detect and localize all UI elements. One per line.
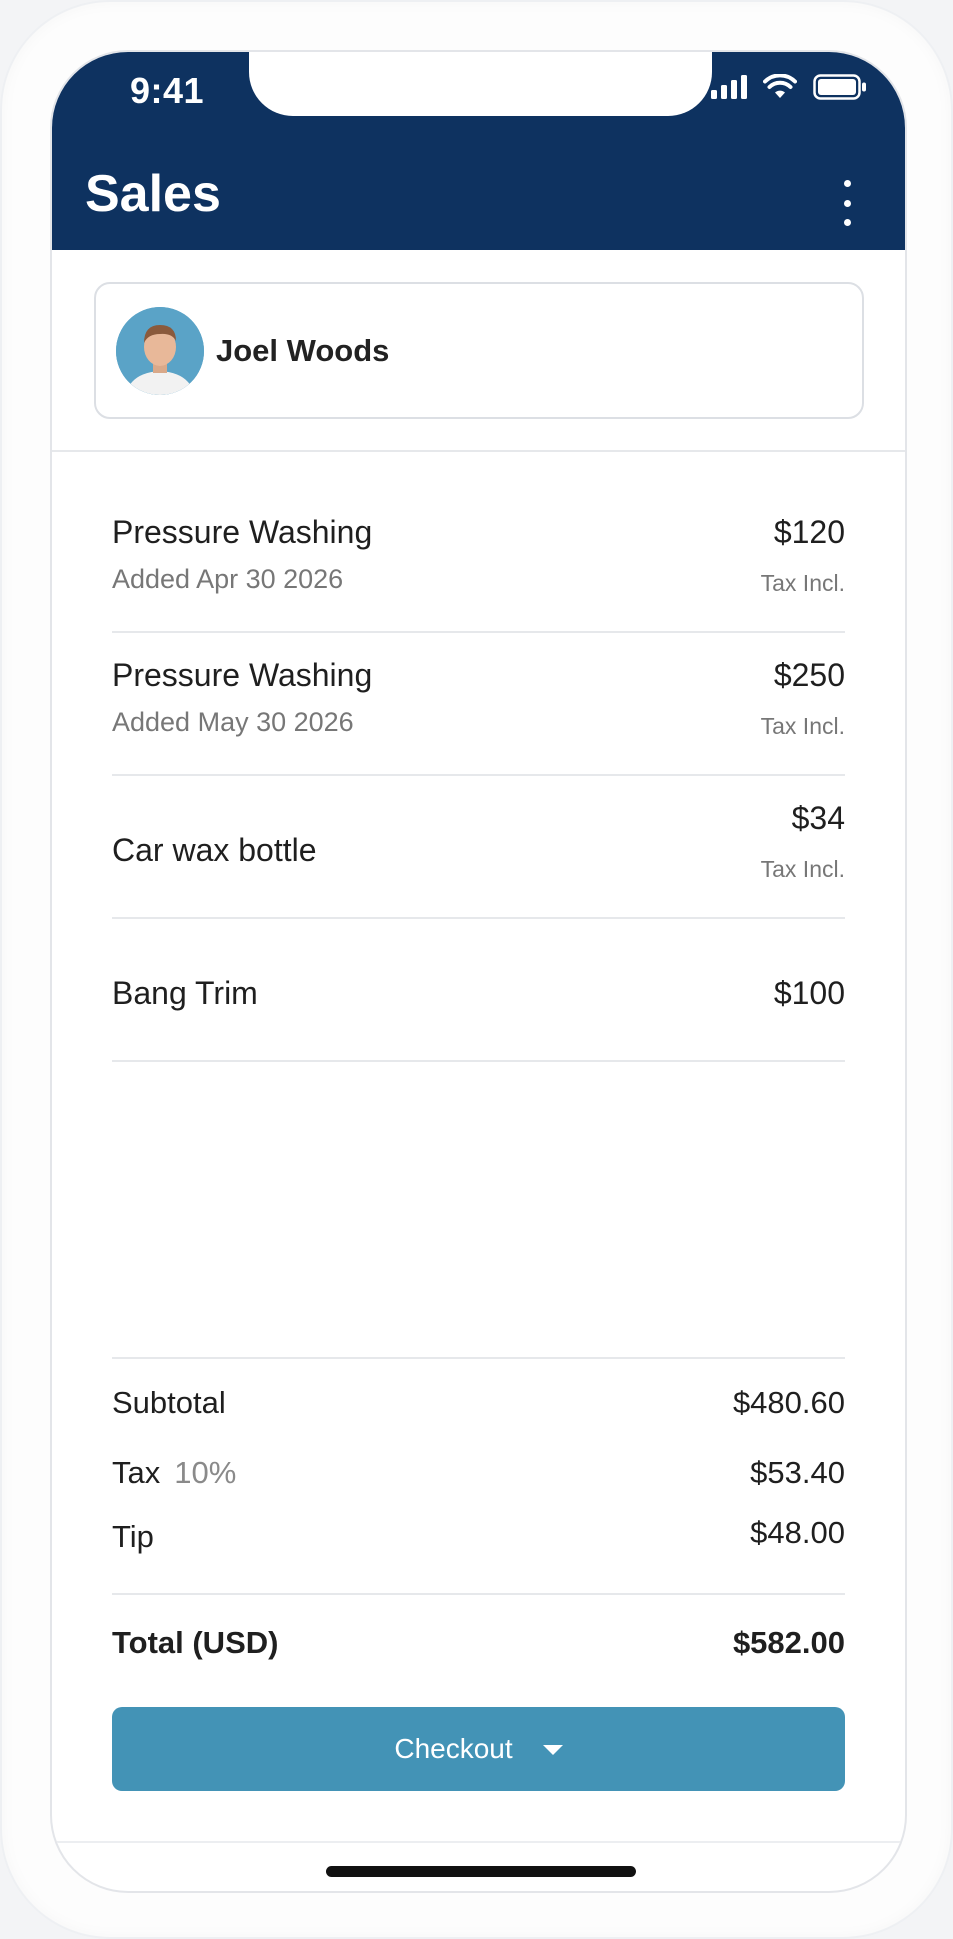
item-tax-note: Tax Incl.	[760, 570, 845, 596]
more-dot-icon	[843, 219, 851, 226]
tax-label: Tax 10%	[112, 1455, 236, 1491]
item-name: Pressure Washing	[112, 514, 373, 550]
app-screen: 9:41 Sales Joel Woods Pressure Washing A…	[50, 50, 907, 1893]
item-price: $100	[773, 975, 845, 1011]
checkout-button[interactable]: Checkout	[112, 1707, 845, 1791]
caret-down-icon	[542, 1745, 563, 1755]
sale-items-list: Pressure Washing Added Apr 30 2026 $120 …	[112, 490, 845, 1062]
sale-item[interactable]: Pressure Washing Added Apr 30 2026 $120 …	[112, 490, 845, 633]
tax-value: $53.40	[750, 1455, 845, 1490]
device-notch	[249, 52, 712, 116]
person-avatar-icon	[116, 306, 204, 395]
subtotal-value: $480.60	[732, 1385, 845, 1420]
item-name: Car wax bottle	[112, 832, 317, 868]
tax-row: Tax 10% $53.40	[112, 1429, 845, 1499]
totals-section: Subtotal $480.60 Tax 10% $53.40 Tip $48.0…	[112, 1357, 845, 1683]
bottom-divider	[52, 1841, 905, 1843]
subtotal-label: Subtotal	[112, 1385, 226, 1420]
total-row: Total (USD) $582.00	[112, 1595, 845, 1683]
customer-name: Joel Woods	[216, 332, 390, 368]
tip-label: Tip	[112, 1519, 154, 1554]
item-name: Bang Trim	[112, 975, 258, 1011]
customer-section: Joel Woods	[52, 250, 905, 452]
tip-row[interactable]: Tip $48.00	[112, 1499, 845, 1569]
customer-avatar	[116, 306, 204, 395]
app-header: 9:41 Sales	[52, 52, 905, 250]
item-tax-note: Tax Incl.	[760, 856, 845, 882]
item-date: Added Apr 30 2026	[112, 564, 344, 594]
home-indicator[interactable]	[326, 1866, 636, 1877]
sale-item[interactable]: Pressure Washing Added May 30 2026 $250 …	[112, 633, 845, 776]
tip-value: $48.00	[750, 1515, 845, 1550]
item-date: Added May 30 2026	[112, 707, 354, 737]
tax-rate: 10%	[174, 1455, 237, 1490]
signal-icon	[711, 75, 747, 99]
checkout-label: Checkout	[394, 1733, 513, 1764]
tax-label-text: Tax	[112, 1455, 161, 1490]
more-dot-icon	[843, 180, 851, 187]
item-price: $250	[773, 657, 845, 693]
item-price: $34	[791, 800, 845, 836]
status-icons	[711, 74, 867, 100]
item-tax-note: Tax Incl.	[760, 713, 845, 739]
sale-item[interactable]: Bang Trim $100	[112, 919, 845, 1062]
customer-card[interactable]: Joel Woods	[94, 282, 864, 419]
sale-item[interactable]: Car wax bottle $34 Tax Incl.	[112, 776, 845, 919]
page-title: Sales	[85, 165, 221, 223]
more-dot-icon	[843, 199, 851, 207]
item-name: Pressure Washing	[112, 657, 373, 693]
total-label: Total (USD)	[112, 1625, 279, 1660]
subtotal-row: Subtotal $480.60	[112, 1359, 845, 1429]
status-time: 9:41	[130, 70, 205, 111]
wifi-icon	[763, 74, 797, 98]
item-price: $120	[773, 514, 845, 550]
battery-icon	[813, 74, 866, 100]
total-value: $582.00	[732, 1625, 845, 1660]
phone-frame: 9:41 Sales Joel Woods Pressure Washing A…	[0, 0, 953, 1939]
more-options-button[interactable]	[837, 180, 857, 226]
